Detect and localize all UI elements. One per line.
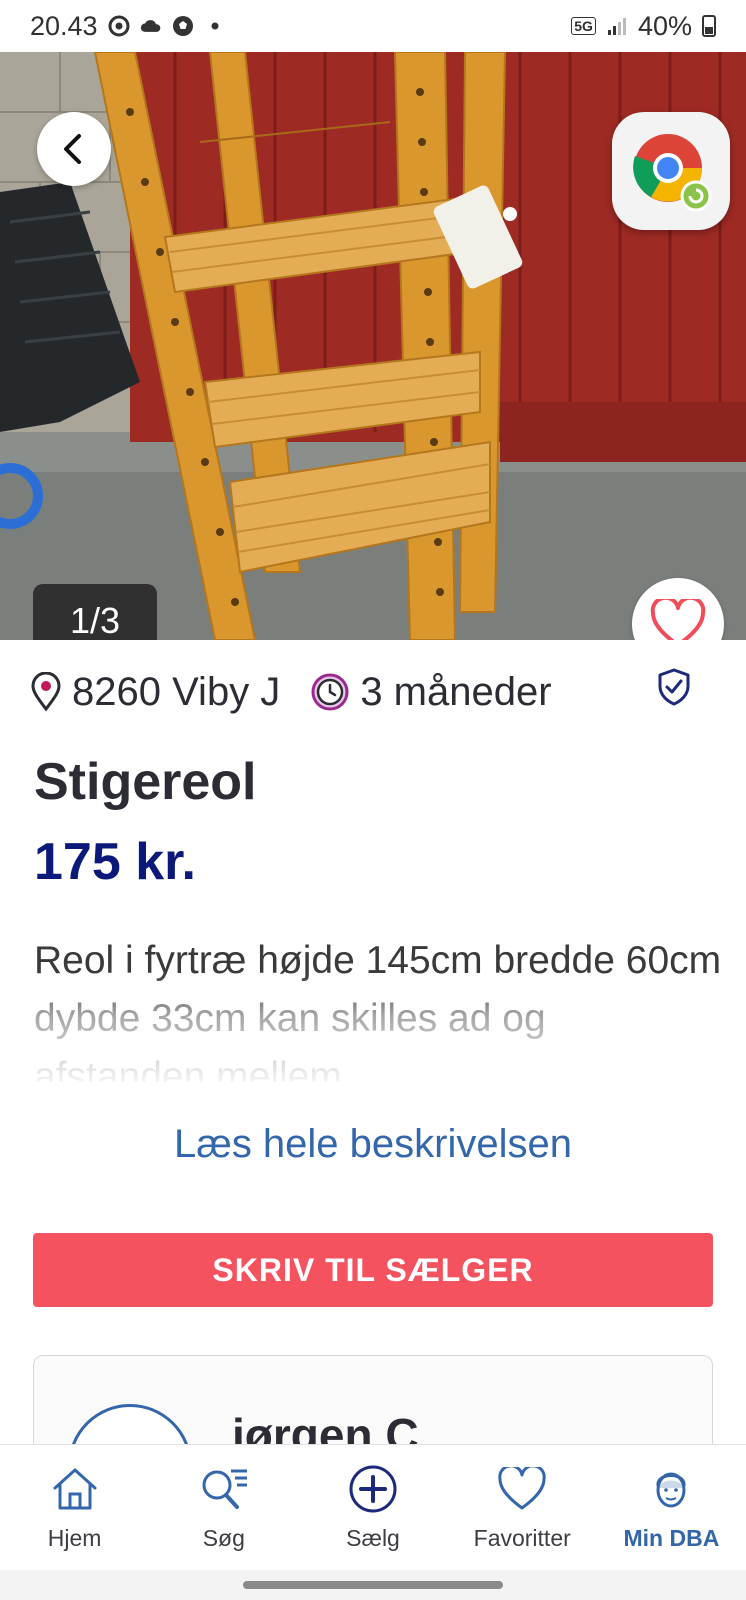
listing-title: Stigereol	[34, 753, 257, 811]
chevron-left-icon	[64, 134, 81, 164]
battery-icon	[702, 15, 716, 37]
network-type: 5G	[571, 17, 596, 35]
profile-icon	[645, 1463, 697, 1515]
battery-percent: 40%	[637, 10, 692, 41]
nav-item-sell[interactable]: Sælg	[298, 1445, 447, 1570]
home-indicator[interactable]	[243, 1581, 503, 1589]
product-photo[interactable]: 1/3	[0, 52, 746, 640]
status-time: 20.43	[30, 10, 98, 41]
listing-meta: 8260 Viby J 3 måneder	[30, 664, 720, 720]
heart-icon	[650, 599, 706, 640]
home-icon	[49, 1463, 101, 1515]
location-pin-icon	[31, 672, 61, 712]
nav-item-home[interactable]: Hjem	[0, 1445, 149, 1570]
dot-icon	[204, 15, 226, 37]
nav-label-search: Søg	[202, 1525, 245, 1551]
nav-label-favorites: Favoritter	[473, 1525, 571, 1551]
back-button[interactable]	[37, 112, 111, 186]
chrome-status-icon	[108, 15, 130, 37]
nav-label-home: Hjem	[47, 1525, 102, 1551]
status-bar: 20.43 5G 40%	[0, 0, 746, 52]
shield-check-icon	[658, 668, 690, 706]
signal-icon	[606, 15, 628, 37]
contact-seller-button[interactable]: SKRIV TIL SÆLGER	[33, 1233, 713, 1307]
cloud-icon	[140, 15, 162, 37]
nav-label-min-dba: Min DBA	[623, 1525, 720, 1551]
location-text: 8260 Viby J	[72, 669, 281, 714]
age-text: 3 måneder	[360, 669, 552, 714]
nav-item-favorites[interactable]: Favoritter	[448, 1445, 597, 1570]
status-left: 20.43	[30, 11, 226, 42]
location: 8260 Viby J	[30, 670, 280, 715]
listing-description: Reol i fyrtræ højde 145cm bredde 60cm dy…	[34, 932, 724, 1082]
verified-shield[interactable]	[656, 667, 692, 717]
chrome-icon	[633, 134, 712, 212]
listing-age: 3 måneder	[310, 669, 552, 715]
bottom-nav: Hjem Søg Sælg Favoritter Min DBA	[0, 1444, 746, 1570]
photo-counter: 1/3	[33, 584, 157, 640]
listing-price: 175 kr.	[34, 833, 196, 891]
status-right: 5G 40%	[571, 11, 716, 42]
search-icon	[198, 1463, 250, 1515]
chrome-bubble-button[interactable]	[612, 112, 730, 230]
nav-label-sell: Sælg	[346, 1525, 400, 1551]
read-more-link[interactable]: Læs hele beskrivelsen	[0, 1122, 746, 1167]
plus-circle-icon	[347, 1463, 399, 1515]
football-icon	[172, 15, 194, 37]
nav-item-min-dba[interactable]: Min DBA	[597, 1445, 746, 1570]
clock-icon	[311, 673, 349, 711]
nav-item-search[interactable]: Søg	[149, 1445, 298, 1570]
heart-icon	[496, 1463, 548, 1515]
